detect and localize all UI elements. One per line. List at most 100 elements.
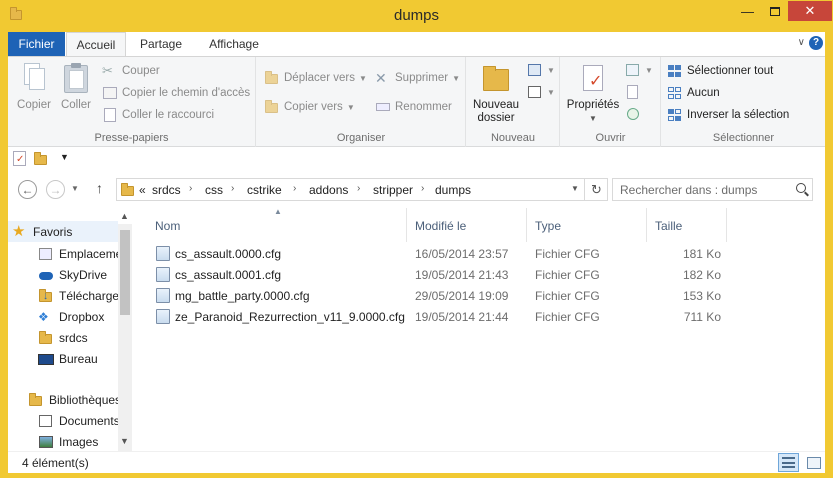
sidebar-item-favorites[interactable]: ★ Favoris (8, 221, 118, 242)
sidebar-item-desktop[interactable]: Bureau (8, 348, 118, 369)
tab-file[interactable]: Fichier (8, 32, 65, 56)
sidebar-item-skydrive[interactable]: SkyDrive (8, 264, 118, 285)
copy-path-button[interactable]: Copier le chemin d'accès (102, 86, 250, 100)
move-to-button[interactable]: Déplacer vers ▼ (264, 71, 367, 85)
breadcrumb-css[interactable]: css (205, 183, 223, 197)
refresh-button[interactable]: ↻ (584, 179, 608, 200)
maximize-button[interactable] (762, 1, 788, 21)
edit-button[interactable] (625, 85, 645, 99)
sidebar-item-libraries[interactable]: Bibliothèques (8, 389, 118, 410)
address-bar[interactable]: « srdcs › css › cstrike › addons › strip… (116, 178, 608, 201)
group-organize: Déplacer vers ▼ Copier vers ▼ ✕ Supprimer ▼… (257, 57, 466, 147)
quick-access-toolbar: ✓ ▼ (8, 147, 825, 171)
breadcrumb-dumps[interactable]: dumps (435, 183, 471, 197)
edit-icon (625, 85, 641, 99)
navigation-pane: ★ Favoris Emplacements récents SkyDrive … (8, 208, 132, 451)
breadcrumb-separator-icon[interactable]: › (293, 183, 296, 194)
delete-button[interactable]: ✕ Supprimer ▼ (375, 71, 460, 85)
maximize-icon (770, 6, 780, 16)
scroll-up-icon[interactable]: ▲ (120, 211, 129, 221)
sidebar-item-documents[interactable]: Documents (8, 410, 118, 431)
new-folder-icon[interactable] (33, 152, 49, 166)
navpane-scrollbar[interactable]: ▲ ▼ (118, 211, 132, 451)
file-icon (156, 267, 170, 282)
up-button[interactable]: ↑ (96, 180, 103, 196)
cut-button[interactable]: ✂ Couper (102, 64, 160, 78)
column-header-date[interactable]: Modifié le (407, 208, 527, 242)
breadcrumb-addons[interactable]: addons (309, 183, 348, 197)
new-folder-button[interactable]: Nouveau dossier (469, 61, 523, 125)
table-row[interactable]: ze_Paranoid_Rezurrection_v11_9.0000.cfg … (134, 306, 824, 327)
breadcrumb-overflow[interactable]: « (139, 183, 146, 197)
minimize-button[interactable]: — (735, 1, 760, 21)
recent-places-icon (38, 247, 54, 261)
easy-access-icon (527, 85, 543, 99)
breadcrumb-cstrike[interactable]: cstrike (247, 183, 282, 197)
sidebar-item-dropbox[interactable]: ❖ Dropbox (8, 306, 118, 327)
copy-to-button[interactable]: Copier vers ▼ (264, 100, 355, 114)
history-button[interactable] (625, 107, 645, 121)
breadcrumb-separator-icon[interactable]: › (231, 183, 234, 194)
file-icon (156, 309, 170, 324)
close-button[interactable]: ✕ (788, 1, 832, 21)
table-row[interactable]: cs_assault.0000.cfg 16/05/2014 23:57 Fic… (134, 243, 824, 264)
scissors-icon: ✂ (102, 63, 113, 78)
breadcrumb-separator-icon[interactable]: › (421, 183, 424, 194)
forward-button[interactable]: → (46, 180, 65, 199)
open-button[interactable]: ▼ (625, 63, 653, 77)
title-bar[interactable]: dumps — ✕ (0, 0, 833, 31)
column-header-name[interactable]: Nom (147, 208, 407, 242)
group-label: Ouvrir (595, 132, 626, 144)
group-label: Sélectionner (712, 132, 775, 144)
customize-toolbar-icon[interactable]: ▼ (60, 152, 69, 162)
breadcrumb-separator-icon[interactable]: › (189, 183, 192, 194)
file-list: ▲ Nom Modifié le Type Taille cs_assault.… (134, 207, 824, 451)
new-item-button[interactable]: ▼ (527, 63, 555, 77)
sidebar-item-downloads[interactable]: ↓ Téléchargements (8, 285, 118, 306)
recent-locations-icon[interactable]: ▼ (71, 184, 79, 193)
copy-button[interactable]: Copier (14, 61, 54, 112)
search-input[interactable]: Rechercher dans : dumps (612, 178, 813, 201)
arrow-right-icon: → (49, 182, 62, 197)
downloads-icon: ↓ (38, 288, 54, 303)
rename-button[interactable]: Renommer (375, 100, 452, 114)
easy-access-button[interactable]: ▼ (527, 85, 555, 99)
tab-share[interactable]: Partage (130, 32, 192, 56)
tab-home[interactable]: Accueil (66, 32, 126, 57)
breadcrumb-stripper[interactable]: stripper (373, 183, 413, 197)
table-row[interactable]: mg_battle_party.0000.cfg 29/05/2014 19:0… (134, 285, 824, 306)
select-none-icon (667, 86, 683, 100)
large-icons-view-icon (807, 457, 821, 469)
sidebar-item-recent-places[interactable]: Emplacements récents (8, 243, 118, 264)
ribbon-tabs: Fichier Accueil Partage Affichage ∨ ? (8, 32, 825, 57)
group-new: Nouveau dossier ▼ ▼ Nouveau (467, 57, 560, 147)
scroll-down-icon[interactable]: ▼ (120, 436, 129, 446)
paste-button[interactable]: Coller (56, 61, 96, 112)
table-row[interactable]: cs_assault.0001.cfg 19/05/2014 21:43 Fic… (134, 264, 824, 285)
ribbon: Copier Coller ✂ Couper Copier le chemin … (8, 56, 825, 147)
folder-icon (120, 183, 136, 197)
properties-button[interactable]: ✓ Propriétés ▼ (563, 61, 623, 125)
back-button[interactable]: ← (18, 180, 37, 199)
breadcrumb-srdcs[interactable]: srdcs (152, 183, 181, 197)
properties-icon[interactable]: ✓ (13, 151, 26, 166)
select-none-button[interactable]: Aucun (667, 86, 720, 100)
column-header-type[interactable]: Type (527, 208, 647, 242)
new-item-icon (527, 63, 543, 77)
invert-selection-icon (667, 108, 683, 122)
details-view-button[interactable] (778, 453, 799, 472)
sidebar-item-images[interactable]: Images (8, 431, 118, 452)
paste-shortcut-button[interactable]: Coller le raccourci (102, 108, 214, 122)
sidebar-item-srdcs[interactable]: srdcs (8, 327, 118, 348)
chevron-down-icon[interactable]: ∨ (798, 37, 805, 48)
group-label: Organiser (336, 132, 386, 144)
help-icon[interactable]: ? (809, 36, 823, 50)
large-icons-view-button[interactable] (803, 453, 824, 472)
scrollbar-thumb[interactable] (120, 230, 130, 315)
breadcrumb-separator-icon[interactable]: › (357, 183, 360, 194)
invert-selection-button[interactable]: Inverser la sélection (667, 108, 789, 122)
address-history-icon[interactable]: ▼ (571, 184, 579, 193)
tab-view[interactable]: Affichage (198, 32, 270, 56)
select-all-button[interactable]: Sélectionner tout (667, 64, 773, 78)
column-header-size[interactable]: Taille (647, 208, 727, 242)
